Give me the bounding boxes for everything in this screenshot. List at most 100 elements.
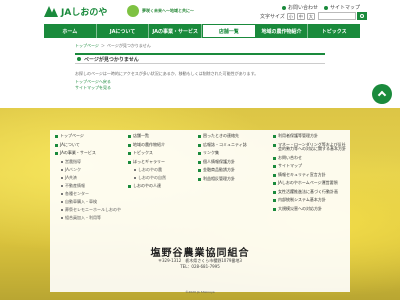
nav-topics[interactable]: トピックス — [308, 24, 360, 38]
bullet-icon — [61, 160, 63, 163]
footer-link[interactable]: 情報セキュリティ宣言方針 — [273, 171, 347, 178]
footer-link[interactable]: 不動産情報 — [61, 182, 125, 189]
footer-link[interactable]: 組合員加入・利用等 — [61, 215, 125, 221]
footer-link[interactable]: JA共済 — [61, 175, 125, 181]
footer-link-label: 利用者保護等管理方針 — [278, 133, 318, 138]
footer-link-label: 不動産情報 — [65, 182, 85, 188]
footer-link[interactable]: ほっとギャラリー — [128, 159, 198, 165]
footer-link[interactable]: しおのやの農 — [134, 167, 198, 173]
bullet-icon — [273, 182, 276, 185]
footer-link-label: 困ったときの連絡先 — [203, 133, 239, 138]
bullet-icon — [61, 168, 63, 171]
footer-link[interactable]: 女性活躍推進法に基づく行動計画 — [273, 189, 347, 195]
footer-link[interactable]: JAについて — [55, 141, 125, 148]
bullet-icon — [61, 200, 63, 203]
view-sitemap-link[interactable]: サイトマップを見る — [75, 85, 111, 91]
footer-link[interactable]: トップページ — [55, 133, 125, 139]
footer-link-label: しおのやの農 — [138, 167, 162, 172]
nav-stores[interactable]: 店舗一覧 — [202, 24, 256, 38]
footer-link[interactable]: 利益相反管理方針 — [198, 176, 268, 182]
footer-link[interactable]: 店舗一覧 — [128, 133, 198, 139]
footer-link[interactable]: 大規模災害への対応方針 — [273, 206, 347, 212]
bullet-icon — [198, 135, 201, 138]
footer-link[interactable]: トピックス — [128, 150, 198, 156]
footer-link-label: JAバンク — [65, 166, 82, 172]
footer-link[interactable]: サイトマップ — [273, 163, 347, 169]
footer-link[interactable]: 自動車購入・車検 — [61, 199, 125, 205]
footer-link[interactable]: JAしおのやホームページ運営要領 — [273, 180, 347, 186]
footer-link[interactable]: 金融商品勧誘方針 — [198, 167, 268, 173]
footer-link-label: 地域の農作物紹介 — [133, 141, 165, 147]
utility-links: お問い合わせ サイトマップ — [282, 4, 360, 11]
nav-home[interactable]: ホーム — [44, 24, 97, 38]
footer-column-3: 困ったときの連絡先広報誌・コミュニティ誌 リンク集個人情報保護方針 金融商品勧誘方針… — [198, 133, 268, 185]
search-input[interactable] — [318, 12, 356, 20]
bullet-icon — [128, 185, 131, 188]
bullet-icon — [134, 177, 136, 179]
footer-link-label: JAの事業・サービス — [60, 150, 96, 155]
footer-link-label: しおのやの自然 — [138, 175, 166, 180]
search-button[interactable] — [357, 12, 367, 20]
bullet-icon — [128, 143, 131, 147]
footer-link-label: JAしおのやホームページ運営要領 — [278, 180, 338, 185]
footer-link[interactable]: お問い合わせ — [273, 154, 347, 161]
footer-link[interactable]: 各種センター — [61, 191, 125, 197]
organization-name: 塩野谷農業協同組合 — [150, 248, 250, 259]
footer-link[interactable]: リンク集 — [198, 150, 268, 156]
text-size-medium-button[interactable]: 中 — [296, 13, 305, 20]
breadcrumb: トップページ ＞ ページが見つかりません — [75, 43, 151, 49]
footer-column-1: トップページ JAについて JAの事業・サービス営農指導 JAバンク JA共済 不動産情報… — [55, 133, 125, 224]
text-size-small-button[interactable]: 小 — [286, 13, 295, 20]
footer-link-label: トピックス — [133, 150, 153, 155]
bullet-icon — [61, 208, 63, 211]
bullet-icon — [61, 192, 63, 195]
footer-link[interactable]: 地域の農作物紹介 — [128, 141, 198, 148]
site-header: JAしおのや 夢咲く未来へ～地域と共に～ お問い合わせ サイトマップ 文字サイズ… — [0, 0, 400, 24]
bullet-icon — [128, 135, 131, 138]
bullet-icon — [61, 216, 63, 219]
footer-link-label: 情報セキュリティ宣言方針 — [278, 171, 326, 177]
footer-link[interactable]: マネー・ローンダリング等および反社会的勢力等への対応に関する基本方針 — [273, 142, 347, 152]
nav-about[interactable]: JAについて — [97, 24, 150, 38]
text-size-large-button[interactable]: 大 — [306, 13, 315, 20]
sitemap-link[interactable]: サイトマップ — [324, 4, 360, 11]
footer-link-label: サイトマップ — [278, 163, 302, 168]
page-title: ページが見つかりません — [84, 56, 139, 63]
bullet-icon — [198, 169, 201, 172]
logo-text: JAしおのや — [61, 8, 108, 18]
contact-link[interactable]: お問い合わせ — [282, 4, 318, 11]
breadcrumb-current: ページが見つかりません — [106, 43, 151, 48]
footer-link-label: 営農指導 — [65, 158, 81, 164]
footer-link[interactable]: 内部統制システム基本方針 — [273, 197, 347, 203]
bullet-icon — [61, 184, 63, 187]
contact-link-label: お問い合わせ — [288, 5, 319, 11]
footer-link-label: JAについて — [60, 141, 80, 147]
nav-services[interactable]: JAの事業・サービス — [149, 24, 203, 38]
scroll-to-top-button[interactable] — [372, 84, 392, 104]
footer-link[interactable]: 葬祭セレモニーホールしおのや — [61, 207, 125, 213]
footer-link[interactable]: 広報誌・コミュニティ誌 — [198, 142, 268, 148]
footer-link[interactable]: 困ったときの連絡先 — [198, 133, 268, 139]
footer-link[interactable]: しおのやの自然 — [134, 175, 198, 181]
footer-link[interactable]: 営農指導 — [61, 158, 125, 165]
footer-link-label: 内部統制システム基本方針 — [278, 197, 326, 202]
footer-link[interactable]: JAの事業・サービス — [55, 150, 125, 156]
footer-link[interactable]: 個人情報保護方針 — [198, 159, 268, 165]
organization-tel: TEL：028-681-7995 — [180, 264, 220, 269]
bullet-icon — [273, 156, 276, 160]
text-size-label: 文字サイズ — [260, 14, 285, 20]
footer-link-label: お問い合わせ — [278, 154, 302, 160]
arrow-icon — [324, 5, 329, 10]
bullet-icon — [273, 173, 276, 177]
site-logo[interactable]: JAしおのや — [44, 5, 107, 18]
footer-link[interactable]: しおのやの人達 — [128, 183, 198, 189]
footer-link[interactable]: 利用者保護等管理方針 — [273, 133, 347, 139]
breadcrumb-home-link[interactable]: トップページ — [75, 43, 99, 49]
footer-link-label: しおのやの人達 — [133, 183, 161, 188]
footer-link-label: 店舗一覧 — [133, 133, 149, 138]
footer-link[interactable]: JAバンク — [61, 166, 125, 173]
bullet-icon — [273, 190, 276, 194]
leaf-icon — [127, 5, 139, 17]
bullet-icon — [198, 152, 201, 155]
nav-produce[interactable]: 地域の農作物紹介 — [256, 24, 309, 38]
